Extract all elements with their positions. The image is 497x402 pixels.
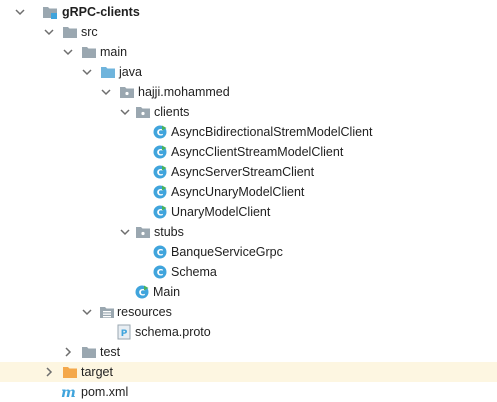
module-folder-icon (42, 4, 58, 20)
tree-item-class-main[interactable]: C Main (0, 282, 497, 302)
tree-item-label: AsyncClientStreamModelClient (171, 145, 344, 159)
tree-item-label: Main (153, 285, 181, 299)
tree-item-label: AsyncBidirectionalStremModelClient (171, 125, 373, 139)
tree-item-resources[interactable]: resources (0, 302, 497, 322)
chevron-down-icon[interactable] (81, 66, 93, 78)
java-runnable-class-icon: C (153, 145, 167, 159)
tree-item-file-pom-xml[interactable]: m pom.xml (0, 382, 497, 402)
java-class-icon: C (153, 265, 167, 279)
tree-item-label: src (81, 25, 98, 39)
tree-item-label: java (119, 65, 142, 79)
java-runnable-class-icon: C (153, 165, 167, 179)
tree-item-label: target (81, 365, 113, 379)
tree-item-label: resources (117, 305, 172, 319)
tree-item-label: test (100, 345, 121, 359)
tree-item-label: stubs (154, 225, 184, 239)
tree-item-target[interactable]: target (0, 362, 497, 382)
chevron-down-icon[interactable] (100, 86, 112, 98)
chevron-down-icon[interactable] (43, 26, 55, 38)
source-folder-icon (100, 64, 116, 80)
tree-item-label: schema.proto (135, 325, 211, 339)
tree-item-label: AsyncUnaryModelClient (171, 185, 305, 199)
tree-item-label: UnaryModelClient (171, 205, 271, 219)
package-icon (135, 104, 151, 120)
tree-item-label: hajji.mohammed (138, 85, 230, 99)
tree-item-class[interactable]: C Schema (0, 262, 497, 282)
tree-item-label: gRPC-clients (62, 5, 140, 19)
svg-text:P: P (121, 329, 128, 339)
chevron-down-icon[interactable] (62, 46, 74, 58)
java-runnable-class-icon: C (153, 185, 167, 199)
tree-item-label: Schema (171, 265, 217, 279)
tree-item-package-stubs[interactable]: stubs (0, 222, 497, 242)
tree-item-src[interactable]: src (0, 22, 497, 42)
java-runnable-class-icon: C (153, 125, 167, 139)
tree-item-label: pom.xml (81, 385, 129, 399)
svg-text:C: C (157, 249, 164, 259)
tree-item-label: AsyncServerStreamClient (171, 165, 315, 179)
tree-item-label: clients (154, 105, 190, 119)
tree-item-class[interactable]: C AsyncUnaryModelClient (0, 182, 497, 202)
maven-icon: m (61, 384, 77, 400)
tree-item-class[interactable]: C AsyncServerStreamClient (0, 162, 497, 182)
tree-item-package-hajji-mohammed[interactable]: hajji.mohammed (0, 82, 497, 102)
resources-folder-icon (99, 304, 115, 320)
folder-icon (81, 44, 97, 60)
svg-text:m: m (61, 385, 76, 400)
folder-icon (81, 344, 97, 360)
tree-item-class[interactable]: C AsyncClientStreamModelClient (0, 142, 497, 162)
package-icon (135, 224, 151, 240)
tree-item-label: main (100, 45, 128, 59)
tree-item-label: BanqueServiceGrpc (171, 245, 283, 259)
java-runnable-class-icon: C (153, 205, 167, 219)
chevron-down-icon[interactable] (119, 106, 131, 118)
excluded-folder-icon (62, 364, 78, 380)
java-class-icon: C (153, 245, 167, 259)
tree-item-test[interactable]: test (0, 342, 497, 362)
tree-item-grpc-clients[interactable]: gRPC-clients (0, 2, 497, 22)
tree-item-package-clients[interactable]: clients (0, 102, 497, 122)
chevron-right-icon[interactable] (62, 346, 74, 358)
chevron-down-icon[interactable] (119, 226, 131, 238)
chevron-down-icon[interactable] (14, 6, 26, 18)
chevron-down-icon[interactable] (81, 306, 93, 318)
tree-item-main[interactable]: main (0, 42, 497, 62)
proto-file-icon: P (116, 324, 132, 340)
tree-item-file-schema-proto[interactable]: P schema.proto (0, 322, 497, 342)
chevron-right-icon[interactable] (43, 366, 55, 378)
tree-item-class[interactable]: C BanqueServiceGrpc (0, 242, 497, 262)
project-tree: gRPC-clients src main java hajji.mohamme… (0, 0, 497, 400)
folder-icon (62, 24, 78, 40)
tree-item-java[interactable]: java (0, 62, 497, 82)
tree-item-class[interactable]: C AsyncBidirectionalStremModelClient (0, 122, 497, 142)
package-icon (119, 84, 135, 100)
svg-text:C: C (157, 269, 164, 279)
java-runnable-class-icon: C (135, 285, 149, 299)
tree-item-class[interactable]: C UnaryModelClient (0, 202, 497, 222)
